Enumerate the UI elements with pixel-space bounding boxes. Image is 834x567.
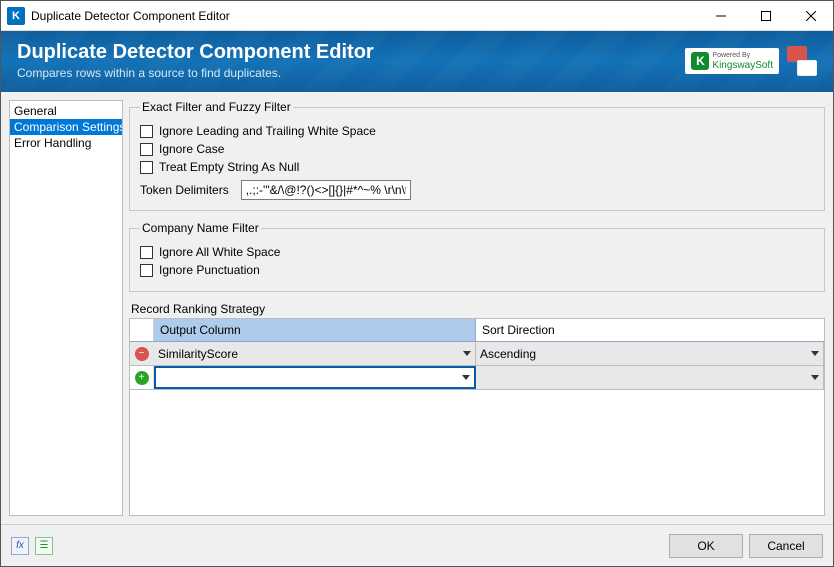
ignore-all-ws-label: Ignore All White Space <box>159 245 280 259</box>
app-window: K Duplicate Detector Component Editor Du… <box>0 0 834 567</box>
exact-fuzzy-filter-group: Exact Filter and Fuzzy Filter Ignore Lea… <box>129 100 825 211</box>
chevron-down-icon <box>463 351 471 357</box>
maximize-button[interactable] <box>743 1 788 30</box>
remove-row-icon[interactable]: − <box>135 347 149 361</box>
col-header-output[interactable]: Output Column <box>154 319 476 341</box>
expression-button[interactable]: fx <box>11 537 29 555</box>
page-subtitle: Compares rows within a source to find du… <box>17 66 374 80</box>
ignore-leading-trailing-ws-label: Ignore Leading and Trailing White Space <box>159 124 376 138</box>
minimize-button[interactable] <box>698 1 743 30</box>
chevron-down-icon <box>811 351 819 357</box>
close-button[interactable] <box>788 1 833 30</box>
main-panel: Exact Filter and Fuzzy Filter Ignore Lea… <box>129 100 825 516</box>
sidebar-item-comparison-settings[interactable]: Comparison Settings <box>10 119 122 135</box>
sidebar-item-error-handling[interactable]: Error Handling <box>10 135 122 151</box>
component-icon <box>787 46 817 76</box>
window-title: Duplicate Detector Component Editor <box>31 9 698 23</box>
company-filter-legend: Company Name Filter <box>140 221 261 235</box>
nav-sidebar: General Comparison Settings Error Handli… <box>9 100 123 516</box>
chevron-down-icon <box>811 375 819 381</box>
token-delimiters-label: Token Delimiters <box>140 183 229 197</box>
documentation-button[interactable]: ☰ <box>35 537 53 555</box>
ranking-strategy-label: Record Ranking Strategy <box>131 302 825 316</box>
sidebar-item-general[interactable]: General <box>10 103 122 119</box>
ignore-punctuation-label: Ignore Punctuation <box>159 263 260 277</box>
sort-direction-cell[interactable]: Ascending <box>476 342 824 365</box>
col-header-sort[interactable]: Sort Direction <box>476 319 824 341</box>
ok-button[interactable]: OK <box>669 534 743 558</box>
token-delimiters-input[interactable] <box>241 180 411 200</box>
treat-empty-null-checkbox[interactable] <box>140 161 153 174</box>
cancel-button[interactable]: Cancel <box>749 534 823 558</box>
add-row-icon[interactable]: + <box>135 371 149 385</box>
ranking-grid: Output Column Sort Direction − Similarit… <box>129 318 825 516</box>
output-column-cell[interactable]: SimilarityScore <box>154 342 476 365</box>
sort-direction-cell-new[interactable] <box>476 366 824 389</box>
header-banner: Duplicate Detector Component Editor Comp… <box>1 31 833 92</box>
company-name-filter-group: Company Name Filter Ignore All White Spa… <box>129 221 825 292</box>
vendor-logo: K Powered ByKingswaySoft <box>685 48 779 74</box>
ranking-row: − SimilarityScore Ascending <box>130 342 824 366</box>
ranking-row-new: + <box>130 366 824 390</box>
ignore-leading-trailing-ws-checkbox[interactable] <box>140 125 153 138</box>
exact-fuzzy-legend: Exact Filter and Fuzzy Filter <box>140 100 293 114</box>
page-title: Duplicate Detector Component Editor <box>17 41 374 64</box>
ignore-punctuation-checkbox[interactable] <box>140 264 153 277</box>
ignore-case-label: Ignore Case <box>159 142 224 156</box>
ignore-all-ws-checkbox[interactable] <box>140 246 153 259</box>
dialog-footer: fx ☰ OK Cancel <box>1 524 833 566</box>
chevron-down-icon <box>462 375 470 381</box>
app-icon: K <box>7 7 25 25</box>
titlebar: K Duplicate Detector Component Editor <box>1 1 833 31</box>
ignore-case-checkbox[interactable] <box>140 143 153 156</box>
treat-empty-null-label: Treat Empty String As Null <box>159 160 299 174</box>
output-column-cell-new[interactable] <box>154 366 476 389</box>
